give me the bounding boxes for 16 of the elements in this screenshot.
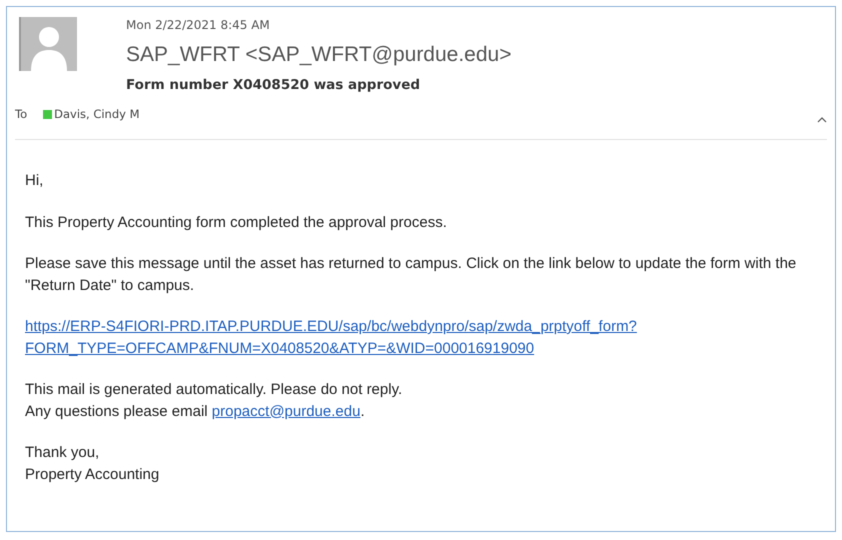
- avatar-silhouette-icon: [19, 17, 77, 71]
- body-text: Any questions please email propacct@purdue.edu.: [25, 402, 366, 422]
- body-text: Property Accounting: [25, 464, 160, 484]
- body-text: Please save this message until the asset has returned to campus. Click on the link below to update the form with the "Return Date" to campus.: [25, 254, 798, 296]
- collapse-caret-icon[interactable]: [817, 117, 827, 123]
- body-text: Thank you,: [25, 443, 100, 463]
- to-label: To: [15, 107, 28, 121]
- recipient-name[interactable]: Davis, Cindy M: [54, 107, 140, 121]
- form-link[interactable]: https://ERP-S4FIORI-PRD.ITAP.PURDUE.EDU/sap/bc/webdynpro/sap/zwda_prptyoff_form? FORM_TYPE=OFFCAMP&FNUM=X0408520&ATYP=&WID=000016919090: [25, 316, 637, 359]
- body-text: Hi,: [25, 171, 44, 191]
- body-text: This Property Accounting form completed the approval process.: [25, 212, 448, 232]
- subject-line: Form number X0408520 was approved: [126, 76, 422, 95]
- body-text: This mail is generated automatically. Please do not reply.: [25, 380, 404, 400]
- email-link[interactable]: propacct@purdue.edu: [212, 402, 360, 420]
- sender-name: SAP_WFRT <SAP_WFRT@purdue.edu>: [126, 42, 512, 68]
- sent-date: Mon 2/22/2021 8:45 AM: [126, 17, 271, 33]
